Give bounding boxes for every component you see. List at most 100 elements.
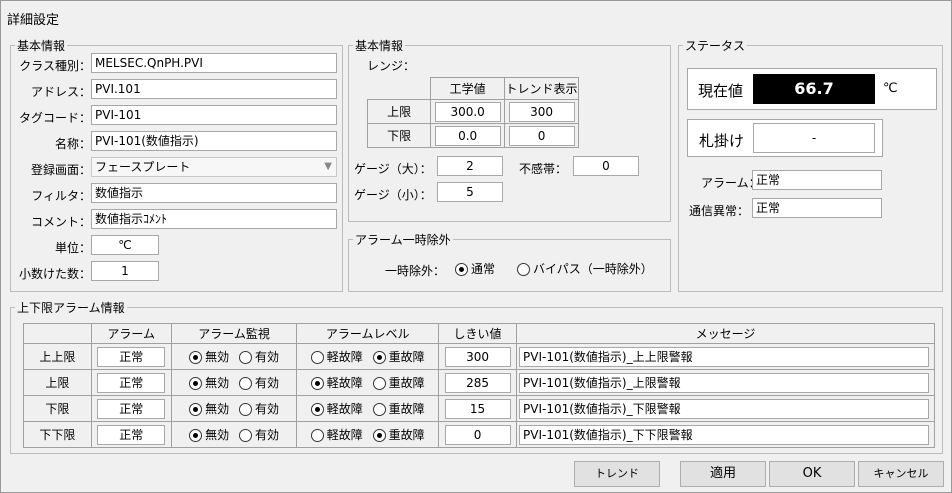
radio-on-icon[interactable] [189,351,203,364]
row-threshold-field[interactable]: 300 [444,346,511,367]
radio-on-icon[interactable] [372,351,386,364]
monitor-disabled-option[interactable]: 無効 [189,374,229,391]
monitor-enabled-option[interactable]: 有効 [238,400,279,417]
range-upper-label: 上限 [366,99,432,124]
row-level-cell: 軽故障 重故障 [296,343,440,370]
radio-normal-icon[interactable] [455,263,468,276]
level-minor-option[interactable]: 軽故障 [310,400,363,417]
row-name: 下限 [23,395,92,422]
row-threshold-cell: 285 [438,369,517,396]
row-message-field[interactable]: PVI-101(数値指示)_下限警報 [519,398,929,419]
row-alarm-field: 正常 [97,424,166,445]
level-minor-option[interactable]: 軽故障 [310,374,363,391]
row-threshold-field[interactable]: 285 [444,372,511,393]
current-value-label: 現在値 [698,82,744,100]
radio-on-icon[interactable] [189,403,203,416]
radio-off-icon[interactable] [372,377,386,390]
limit-header-name [23,323,92,344]
alarm-exclude-bypass-label: バイパス（一時除外） [533,262,653,276]
comment-label: コメント： [30,215,91,229]
class-field[interactable]: MELSEC.QnPH.PVI [91,53,337,73]
tag-label: 札掛け [699,132,745,150]
row-message-field[interactable]: PVI-101(数値指示)_上限警報 [519,372,929,393]
limit-header-level: アラームレベル [296,323,440,344]
class-label: クラス種別： [19,59,91,73]
monitor-disabled-label: 無効 [205,376,230,390]
deadband-field[interactable]: 0 [573,156,639,176]
current-value-unit: ℃ [883,81,898,96]
radio-bypass-icon[interactable] [517,263,530,276]
radio-off-icon[interactable] [238,377,252,390]
level-major-label: 重故障 [388,402,425,416]
radio-off-icon[interactable] [310,351,324,364]
gauge-large-field[interactable]: 2 [437,156,503,176]
alarm-exclude-legend: アラーム一時除外 [355,233,451,247]
cancel-button[interactable]: キャンセル [858,461,944,487]
alarm-exclude-normal-option[interactable]: 通常 [455,260,495,277]
level-major-option[interactable]: 重故障 [372,348,425,365]
tag-value-display: - [753,123,875,153]
limit-header-alarm: アラーム [90,323,172,344]
row-threshold-field[interactable]: 15 [444,398,511,419]
monitor-disabled-option[interactable]: 無効 [189,400,229,417]
radio-on-icon[interactable] [310,377,324,390]
level-minor-label: 軽故障 [326,350,363,364]
address-field[interactable]: PVI.101 [91,79,337,99]
name-field[interactable]: PVI-101(数値指示) [91,131,337,151]
row-message-field[interactable]: PVI-101(数値指示)_下下限警報 [519,424,929,445]
limit-header-monitor: アラーム監視 [170,323,298,344]
level-major-option[interactable]: 重故障 [372,426,425,443]
monitor-enabled-option[interactable]: 有効 [238,426,279,443]
level-major-option[interactable]: 重故障 [372,400,425,417]
radio-on-icon[interactable] [372,429,386,442]
radio-off-icon[interactable] [238,429,252,442]
row-threshold-cell: 300 [438,343,517,370]
radio-off-icon[interactable] [310,429,324,442]
level-minor-label: 軽故障 [326,428,363,442]
unit-field[interactable]: ℃ [91,235,159,255]
gauge-small-field[interactable]: 5 [437,182,503,202]
trend-button[interactable]: トレンド [574,461,660,487]
screen-dropdown[interactable]: フェースプレート ▼ [91,157,337,177]
monitor-disabled-option[interactable]: 無効 [189,426,229,443]
level-minor-option[interactable]: 軽故障 [310,348,363,365]
radio-on-icon[interactable] [189,377,203,390]
radio-off-icon[interactable] [238,351,252,364]
monitor-enabled-option[interactable]: 有効 [238,374,279,391]
tagcode-field[interactable]: PVI-101 [91,105,337,125]
row-threshold-cell: 0 [438,421,517,448]
lower-eng-field[interactable]: 0.0 [434,125,501,146]
comment-field[interactable]: 数値指示ｺﾒﾝﾄ [91,209,337,229]
row-alarm-cell: 正常 [90,421,172,448]
apply-button[interactable]: 適用 [680,461,766,487]
filter-field[interactable]: 数値指示 [91,183,337,203]
row-threshold-field[interactable]: 0 [444,424,511,445]
ok-button[interactable]: OK [769,461,855,487]
decimal-field[interactable]: 1 [91,261,159,281]
filter-label: フィルタ： [31,189,91,203]
radio-on-icon[interactable] [310,403,324,416]
monitor-enabled-option[interactable]: 有効 [238,348,279,365]
radio-off-icon[interactable] [238,403,252,416]
alarm-exclude-bypass-option[interactable]: バイパス（一時除外） [517,260,653,277]
row-message-field[interactable]: PVI-101(数値指示)_上上限警報 [519,346,929,367]
row-level-cell: 軽故障 重故障 [296,395,440,422]
radio-off-icon[interactable] [372,403,386,416]
lower-trend-field[interactable]: 0 [508,125,575,146]
range-upper-trend-cell: 300 [504,99,579,124]
range-col-eng: 工学値 [430,77,506,100]
row-alarm-field: 正常 [97,372,166,393]
upper-trend-field[interactable]: 300 [508,101,575,122]
gauge-small-label: ゲージ（小）： [354,188,432,202]
level-minor-option[interactable]: 軽故障 [310,426,363,443]
monitor-enabled-label: 有効 [254,402,279,416]
level-major-option[interactable]: 重故障 [372,374,425,391]
upper-eng-field[interactable]: 300.0 [434,101,501,122]
monitor-disabled-option[interactable]: 無効 [189,348,229,365]
radio-on-icon[interactable] [189,429,203,442]
status-comm-label: 通信異常： [689,204,750,218]
range-upper-eng-cell: 300.0 [430,99,506,124]
range-lower-trend-cell: 0 [504,123,579,148]
table-row: 下限 正常 無効 有効 軽故障 重故障 15 PVI-101(数値指示)_下限警… [23,395,935,422]
decimal-label: 小数けた数： [18,267,91,281]
